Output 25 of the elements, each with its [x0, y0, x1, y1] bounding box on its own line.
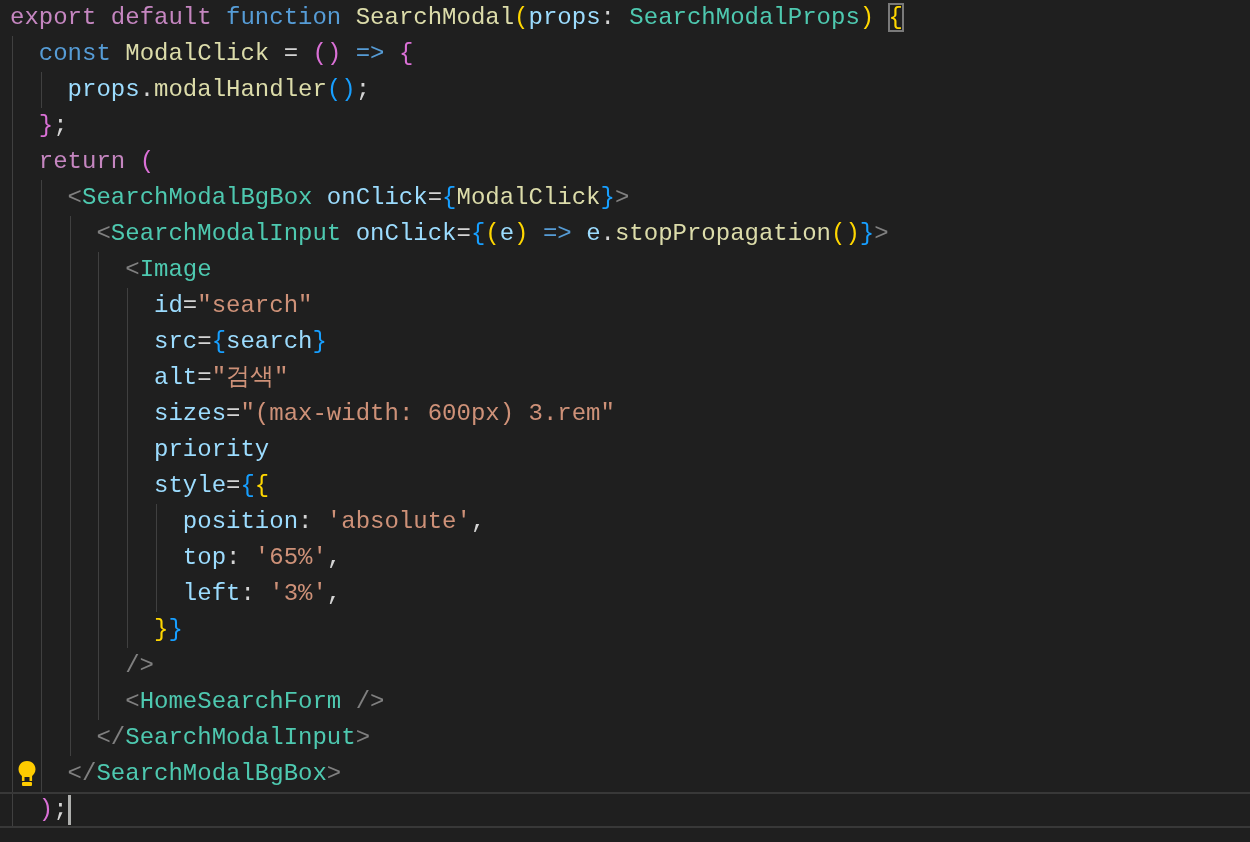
code-line: <Image — [125, 255, 212, 285]
text-cursor — [67, 795, 71, 825]
code-line: /> — [125, 651, 155, 681]
code-line: props.modalHandler(); — [67, 75, 371, 105]
code-line: position: 'absolute', — [182, 507, 486, 537]
code-line: sizes="(max-width: 600px) 3.rem" — [154, 399, 615, 429]
code-line: top: '65%', — [182, 543, 342, 573]
code-line: }; — [38, 111, 68, 141]
code-line: alt="검색" — [154, 363, 289, 393]
code-line: src={search} — [154, 327, 327, 357]
code-line: return ( — [38, 147, 155, 177]
lightbulb-icon[interactable] — [17, 760, 37, 787]
code-line: </SearchModalBgBox> — [67, 759, 342, 789]
code-line: </SearchModalInput> — [96, 723, 371, 753]
code-line: <HomeSearchForm /> — [125, 687, 385, 717]
code-line: style={{ — [154, 471, 270, 501]
code-line: priority — [154, 435, 270, 465]
code-line: left: '3%', — [182, 579, 342, 609]
code-line: export default function SearchModal(props: SearchModalProps) { — [10, 3, 903, 33]
code-line: <SearchModalBgBox onClick={ModalClick}> — [67, 183, 630, 213]
code-line: id="search" — [154, 291, 313, 321]
code-line: const ModalClick = () => { — [38, 39, 414, 69]
code-line: ); — [38, 795, 68, 825]
code-line: <SearchModalInput onClick={(e) => e.stopPropagation()}> — [96, 219, 889, 249]
code-line: }} — [154, 615, 183, 645]
